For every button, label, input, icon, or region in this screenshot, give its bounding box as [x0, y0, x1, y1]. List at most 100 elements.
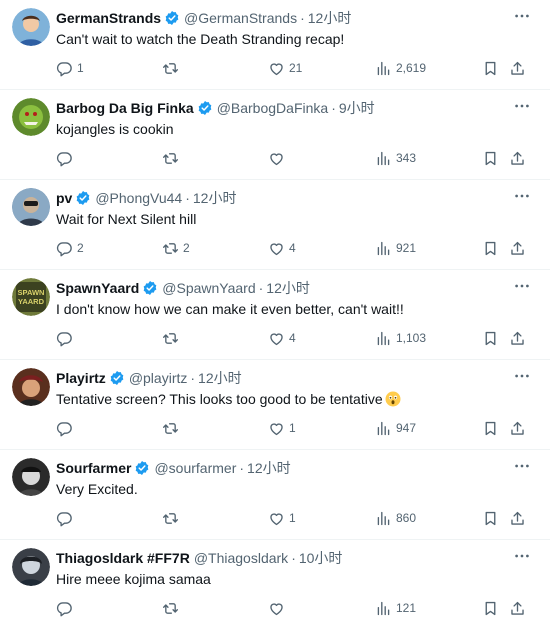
reply-button[interactable]	[56, 328, 73, 348]
retweet-button[interactable]	[162, 598, 179, 618]
tweet-item[interactable]: GermanStrands @GermanStrands · 12小时 Can't wa…	[0, 0, 550, 90]
user-handle[interactable]: @BarbogDaFinka	[217, 100, 329, 116]
user-handle[interactable]: @Thiagosldark	[194, 550, 288, 566]
share-button[interactable]	[509, 148, 526, 168]
heart-icon	[268, 510, 285, 527]
bookmark-icon	[482, 150, 499, 167]
retweet-button[interactable]	[162, 418, 179, 438]
heart-icon	[268, 240, 285, 257]
timestamp[interactable]: 10小时	[299, 548, 343, 568]
tweet-actions: 121	[56, 598, 538, 618]
views-button[interactable]: 2,619	[375, 58, 426, 78]
avatar[interactable]	[12, 98, 56, 179]
retweet-button[interactable]: 2	[162, 238, 190, 258]
like-button[interactable]: 1	[268, 508, 296, 528]
tweet-item[interactable]: Barbog Da Big Finka @BarbogDaFinka · 9小时 koj…	[0, 90, 550, 180]
display-name[interactable]: pv	[56, 190, 72, 206]
bookmark-button[interactable]	[482, 238, 499, 258]
timestamp[interactable]: 12小时	[198, 368, 242, 388]
more-options-button[interactable]	[512, 548, 532, 568]
reply-button[interactable]	[56, 148, 73, 168]
like-button[interactable]	[268, 598, 285, 618]
display-name[interactable]: Thiagosldark #FF7R	[56, 550, 190, 566]
like-count: 1	[289, 511, 296, 525]
display-name[interactable]: SpawnYaard	[56, 280, 139, 296]
bookmark-button[interactable]	[482, 418, 499, 438]
tweet-item[interactable]: Sourfarmer @sourfarmer · 12小时 Very Excited. 1…	[0, 450, 550, 540]
reply-button[interactable]	[56, 598, 73, 618]
bar-chart-icon	[375, 420, 392, 437]
views-button[interactable]: 1,103	[375, 328, 426, 348]
like-button[interactable]: 21	[268, 58, 302, 78]
tweet-item[interactable]: SPAWN YAARD SpawnYaard @SpawnYaard · 12小时 I do…	[0, 270, 550, 360]
views-button[interactable]: 921	[375, 238, 416, 258]
share-button[interactable]	[509, 508, 526, 528]
avatar[interactable]: SPAWN YAARD	[12, 278, 56, 359]
display-name[interactable]: GermanStrands	[56, 10, 161, 26]
views-button[interactable]: 343	[375, 148, 416, 168]
more-options-button[interactable]	[512, 98, 532, 118]
avatar[interactable]	[12, 458, 56, 539]
tweet-item[interactable]: pv @PhongVu44 · 12小时 Wait for Next Silent hi…	[0, 180, 550, 270]
views-button[interactable]: 860	[375, 508, 416, 528]
reply-button[interactable]	[56, 508, 73, 528]
display-name[interactable]: Sourfarmer	[56, 460, 131, 476]
bookmark-button[interactable]	[482, 328, 499, 348]
bar-chart-icon	[375, 330, 392, 347]
retweet-button[interactable]	[162, 148, 179, 168]
tweet-actions: 4 1,103	[56, 328, 538, 348]
bookmark-button[interactable]	[482, 598, 499, 618]
reply-button[interactable]: 1	[56, 58, 84, 78]
tweet-item[interactable]: Playirtz @playirtz · 12小时 Tentative screen? …	[0, 360, 550, 450]
avatar[interactable]	[12, 548, 56, 632]
svg-text:YAARD: YAARD	[18, 297, 45, 306]
more-options-button[interactable]	[512, 458, 532, 478]
user-handle[interactable]: @GermanStrands	[184, 10, 297, 26]
avatar[interactable]	[12, 8, 56, 89]
separator-dot: ·	[331, 100, 336, 116]
avatar[interactable]	[12, 368, 56, 449]
like-button[interactable]: 1	[268, 418, 296, 438]
timestamp[interactable]: 12小时	[193, 188, 237, 208]
user-handle[interactable]: @sourfarmer	[154, 460, 236, 476]
retweet-button[interactable]	[162, 58, 179, 78]
user-handle[interactable]: @SpawnYaard	[162, 280, 255, 296]
display-name[interactable]: Playirtz	[56, 370, 106, 386]
display-name[interactable]: Barbog Da Big Finka	[56, 100, 194, 116]
share-button[interactable]	[509, 238, 526, 258]
user-handle[interactable]: @playirtz	[129, 370, 188, 386]
views-count: 121	[396, 601, 417, 615]
bar-chart-icon	[375, 600, 392, 617]
timestamp[interactable]: 12小时	[308, 8, 352, 28]
more-options-button[interactable]	[512, 278, 532, 298]
reply-button[interactable]	[56, 418, 73, 438]
bookmark-button[interactable]	[482, 148, 499, 168]
retweet-button[interactable]	[162, 508, 179, 528]
tweet-text-content: Very Excited.	[56, 481, 138, 497]
more-options-button[interactable]	[512, 368, 532, 388]
reply-button[interactable]: 2	[56, 238, 84, 258]
bookmark-button[interactable]	[482, 508, 499, 528]
views-button[interactable]: 121	[375, 598, 416, 618]
user-handle[interactable]: @PhongVu44	[95, 190, 182, 206]
share-button[interactable]	[509, 58, 526, 78]
share-button[interactable]	[509, 598, 526, 618]
more-options-button[interactable]	[512, 8, 532, 28]
tweet-actions: 1 21 2,619	[56, 58, 538, 78]
like-button[interactable]: 4	[268, 238, 296, 258]
avatar[interactable]	[12, 188, 56, 269]
separator-dot: ·	[300, 10, 305, 26]
bookmark-button[interactable]	[482, 58, 499, 78]
share-button[interactable]	[509, 418, 526, 438]
more-options-button[interactable]	[512, 188, 532, 208]
timestamp[interactable]: 9小时	[339, 98, 375, 118]
like-button[interactable]: 4	[268, 328, 296, 348]
retweet-button[interactable]	[162, 328, 179, 348]
tweet-text: Wait for Next Silent hill	[56, 209, 538, 229]
views-button[interactable]: 947	[375, 418, 416, 438]
timestamp[interactable]: 12小时	[247, 458, 291, 478]
share-button[interactable]	[509, 328, 526, 348]
timestamp[interactable]: 12小时	[266, 278, 310, 298]
like-button[interactable]	[268, 148, 285, 168]
tweet-item[interactable]: Thiagosldark #FF7R @Thiagosldark · 10小时 Hire…	[0, 540, 550, 632]
